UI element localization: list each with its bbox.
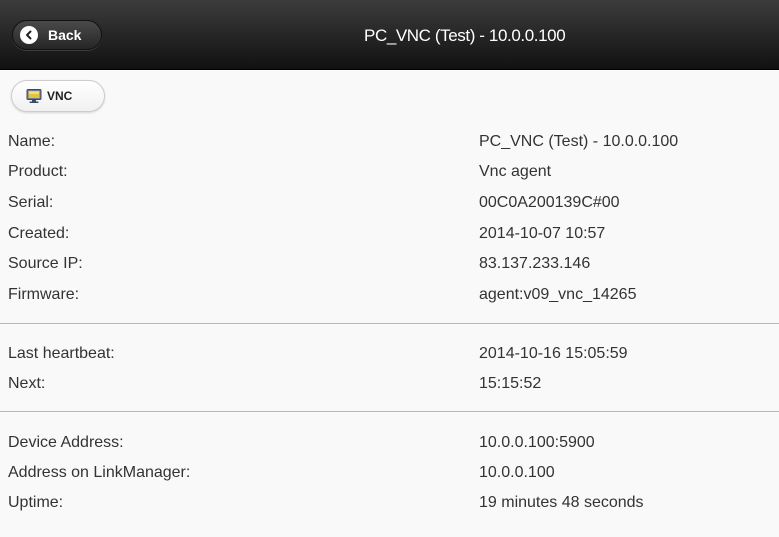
detail-label: Next:	[8, 375, 46, 392]
detail-row-source-ip: Source IP: 83.137.233.146	[8, 252, 768, 276]
detail-value: 10.0.0.100:5900	[479, 434, 595, 451]
detail-label: Uptime:	[8, 494, 64, 511]
detail-value: Vnc agent	[479, 163, 552, 180]
back-button[interactable]: Back	[12, 20, 102, 50]
detail-label: Serial:	[8, 194, 54, 211]
detail-row-name: Name: PC_VNC (Test) - 10.0.0.100	[8, 130, 768, 154]
detail-row-product: Product: Vnc agent	[8, 160, 768, 184]
detail-label: Name:	[8, 133, 56, 150]
vnc-button-label: VNC	[47, 89, 73, 103]
vnc-button[interactable]: VNC	[11, 80, 105, 112]
detail-value: 2014-10-07 10:57	[479, 225, 606, 242]
detail-row-next: Next: 15:15:52	[8, 372, 768, 396]
detail-label: Device Address:	[8, 434, 124, 451]
detail-row-firmware: Firmware: agent:v09_vnc_14265	[8, 283, 768, 307]
detail-label: Source IP:	[8, 255, 83, 272]
detail-value: PC_VNC (Test) - 10.0.0.100	[479, 133, 679, 150]
detail-row-created: Created: 2014-10-07 10:57	[8, 222, 768, 246]
section-divider	[0, 411, 779, 412]
page-title: PC_VNC (Test) - 10.0.0.100	[364, 26, 566, 45]
detail-value: 15:15:52	[479, 375, 542, 392]
header-bar: Back PC_VNC (Test) - 10.0.0.100	[0, 0, 779, 70]
detail-value: 10.0.0.100	[479, 464, 555, 481]
detail-label: Address on LinkManager:	[8, 464, 191, 481]
detail-value: 00C0A200139C#00	[479, 194, 620, 211]
detail-row-device-address: Device Address: 10.0.0.100:5900	[8, 431, 768, 455]
detail-row-last-heartbeat: Last heartbeat: 2014-10-16 15:05:59	[8, 342, 768, 366]
detail-value: 2014-10-16 15:05:59	[479, 345, 628, 362]
detail-value: 19 minutes 48 seconds	[479, 494, 644, 511]
monitor-icon	[26, 88, 42, 104]
detail-value: 83.137.233.146	[479, 255, 591, 272]
detail-label: Firmware:	[8, 286, 80, 303]
chevron-left-icon	[20, 26, 38, 44]
detail-value: agent:v09_vnc_14265	[479, 286, 637, 303]
back-button-label: Back	[48, 27, 82, 43]
detail-row-linkmanager-address: Address on LinkManager: 10.0.0.100	[8, 461, 768, 485]
detail-label: Last heartbeat:	[8, 345, 115, 362]
detail-row-serial: Serial: 00C0A200139C#00	[8, 191, 768, 215]
detail-label: Product:	[8, 163, 68, 180]
detail-row-uptime: Uptime: 19 minutes 48 seconds	[8, 491, 768, 515]
detail-label: Created:	[8, 225, 70, 242]
section-divider	[0, 323, 779, 324]
